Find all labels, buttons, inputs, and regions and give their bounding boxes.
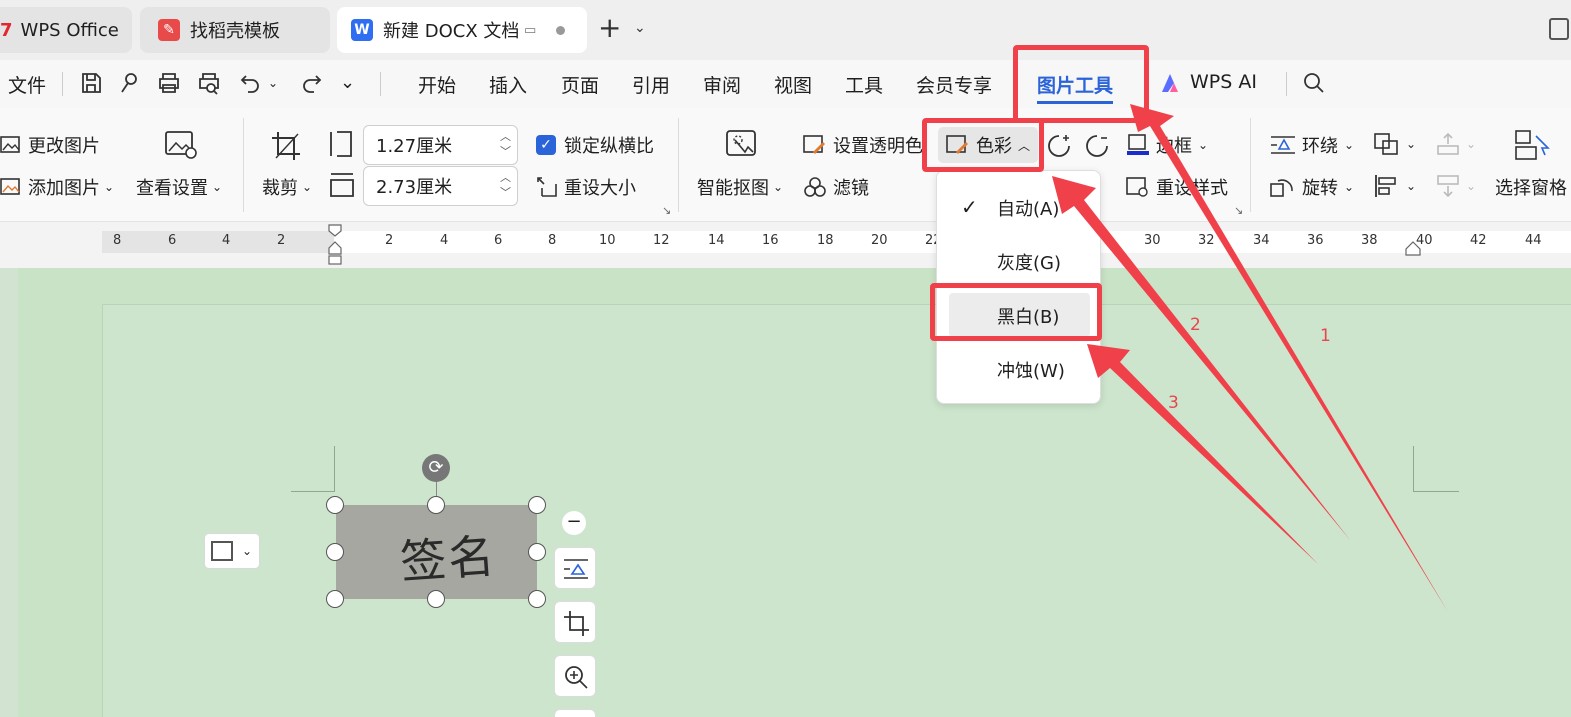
annotation-number-3: 3 — [1168, 393, 1179, 413]
annotation-number-1: 1 — [1320, 326, 1331, 346]
annotation-number-2: 2 — [1190, 315, 1201, 335]
annotation-arrows — [1052, 104, 1448, 612]
wps-window: 7 WPS Office ✎ 找稻壳模板 W 新建 DOCX 文档 ▭ + ⌄ … — [0, 0, 1571, 717]
annotation-arrow-3 — [1087, 344, 1318, 564]
